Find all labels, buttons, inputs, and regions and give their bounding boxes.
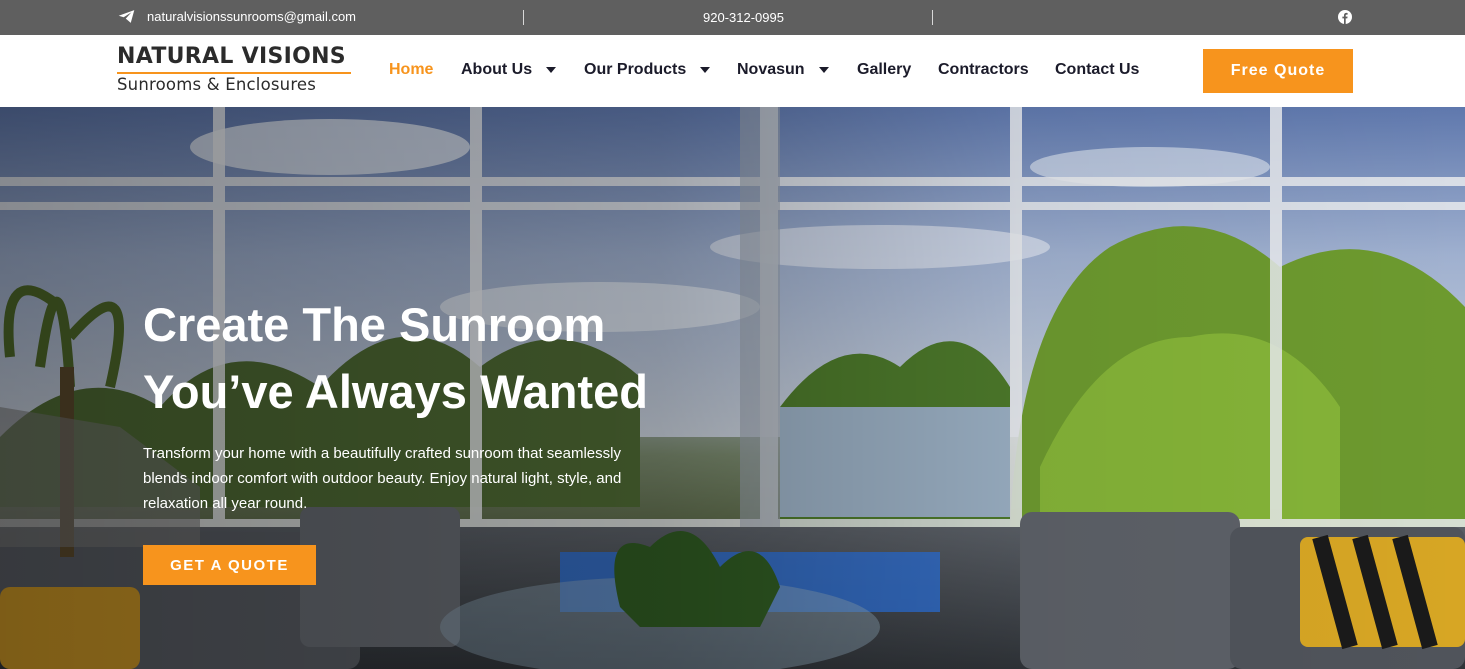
nav-item-home[interactable]: Home [389,61,433,79]
logo-title: NATURAL VISIONS [117,44,346,69]
nav-item-about-us[interactable]: About Us [461,61,557,79]
chevron-down-icon [818,67,829,73]
top-bar: naturalvisionssunrooms@gmail.com 920-312… [0,0,1465,35]
nav-item-our-products[interactable]: Our Products [584,61,711,79]
nav-label: About Us [461,61,533,78]
nav-label: Gallery [857,61,912,78]
nav-label: Home [389,61,434,78]
hero-title-line: You’ve Always Wanted [143,365,648,418]
nav-item-contractors[interactable]: Contractors [938,61,1029,79]
phone-number[interactable]: 920-312-0995 [703,10,784,25]
logo-subtitle: Sunrooms & Enclosures [117,75,317,94]
email-contact[interactable]: naturalvisionssunrooms@gmail.com [118,9,356,24]
nav-label: Our Products [584,61,687,78]
nav-label: Novasun [737,61,805,78]
nav-label: Contractors [938,61,1029,78]
nav-item-contact-us[interactable]: Contact Us [1055,61,1139,79]
nav-item-gallery[interactable]: Gallery [857,61,911,79]
hero-title-line: Create The Sunroom [143,298,606,351]
site-logo[interactable]: NATURAL VISIONS Sunrooms & Enclosures [117,44,352,96]
hero-title: Create The Sunroom You’ve Always Wanted [143,291,743,425]
nav-label: Contact Us [1055,61,1140,78]
telegram-send-icon [118,10,135,23]
top-divider [932,10,933,25]
hero-description: Transform your home with a beautifully c… [143,445,622,512]
facebook-icon[interactable] [1338,10,1352,24]
free-quote-button[interactable]: Free Quote [1203,49,1353,93]
email-text[interactable]: naturalvisionssunrooms@gmail.com [147,9,356,24]
nav-item-novasun[interactable]: Novasun [737,61,829,79]
hero-section: Create The Sunroom You’ve Always Wanted … [0,107,1465,669]
site-header: NATURAL VISIONS Sunrooms & Enclosures Ho… [0,35,1465,107]
get-a-quote-button[interactable]: GET A QUOTE [143,545,316,585]
chevron-down-icon [546,67,557,73]
chevron-down-icon [700,67,711,73]
top-divider [523,10,524,25]
